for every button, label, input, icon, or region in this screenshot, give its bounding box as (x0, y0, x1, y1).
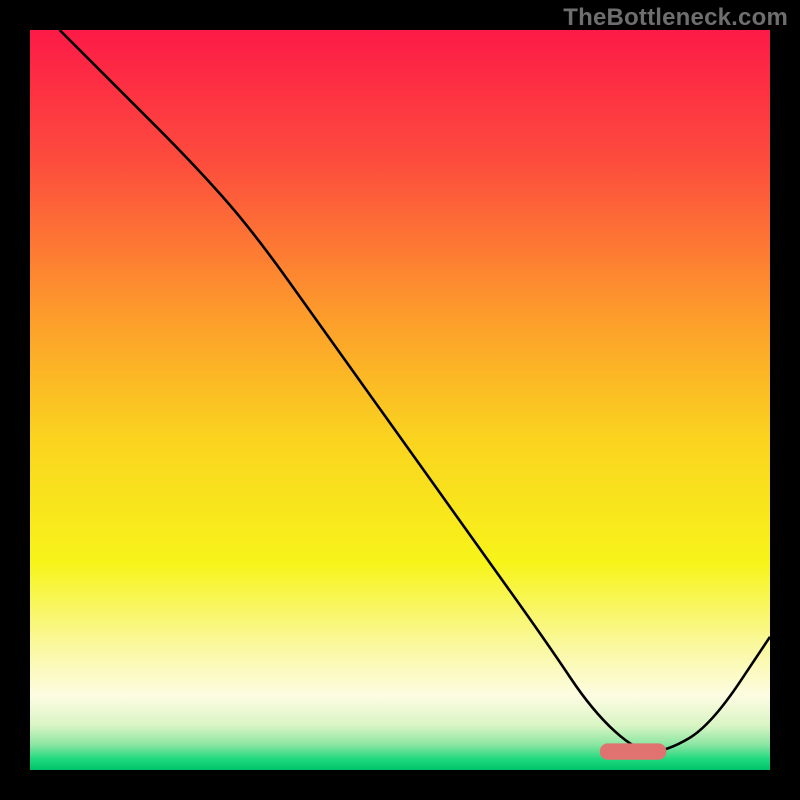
gradient-background (30, 30, 770, 770)
plot-area (30, 30, 770, 770)
optimal-marker (600, 743, 667, 759)
watermark-text: TheBottleneck.com (563, 4, 788, 32)
chart-svg (30, 30, 770, 770)
chart-frame: TheBottleneck.com (0, 0, 800, 800)
